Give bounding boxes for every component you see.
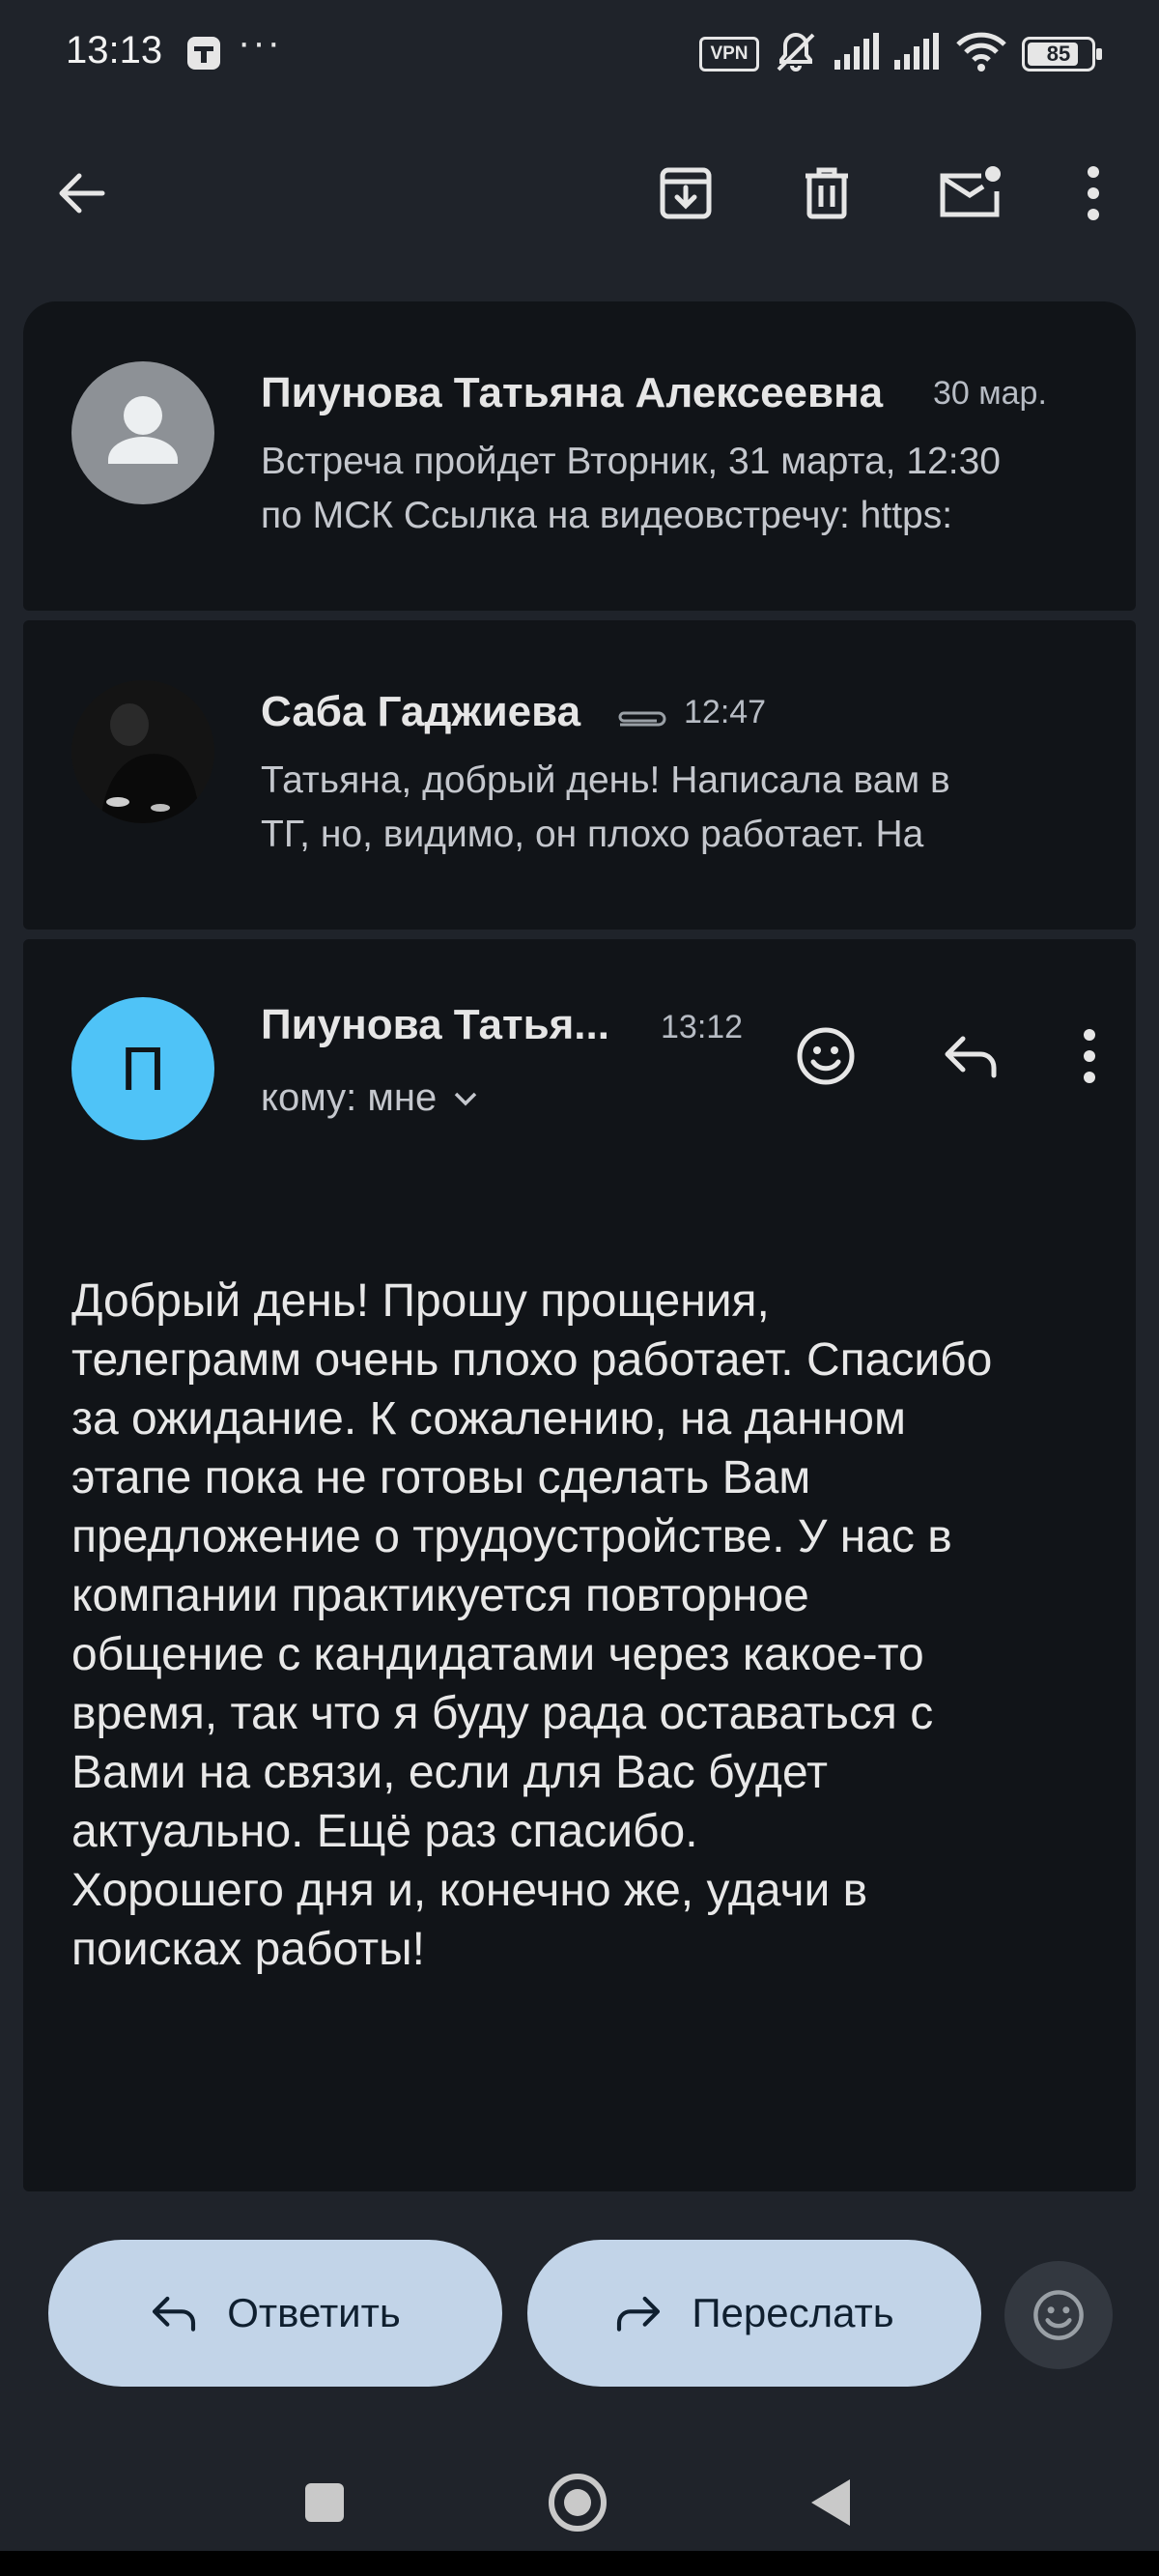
- message-date: 30 мар.: [933, 375, 1047, 412]
- more-options-button[interactable]: [1045, 135, 1142, 251]
- message-item[interactable]: Пиунова Татьяна Алексеевна 30 мар. Встре…: [23, 301, 1136, 611]
- body-line: компании практикуется повторное: [71, 1570, 809, 1621]
- reply-label: Ответить: [227, 2290, 401, 2335]
- message-body: Добрый день! Прошу прощения, телеграмм о…: [71, 1272, 1115, 1979]
- reply-action-button[interactable]: Ответить: [48, 2240, 502, 2387]
- sender-name: Саба Гаджиева: [261, 688, 581, 735]
- body-line: телеграмм очень плохо работает. Спасибо: [71, 1334, 993, 1386]
- signal-icon-2: [894, 33, 939, 70]
- chevron-down-icon: [454, 1092, 477, 1105]
- forward-icon: [617, 2296, 661, 2332]
- attachment-icon: [618, 711, 666, 727]
- avatar: [71, 680, 214, 823]
- emoji-icon: [1033, 2290, 1084, 2340]
- message-date: 12:47: [684, 694, 767, 730]
- sender-name: Пиунова Татья...: [261, 1001, 609, 1048]
- body-line: предложение о трудоустройстве. У нас в: [71, 1511, 952, 1562]
- message-snippet-line1: Татьяна, добрый день! Написала вам в: [261, 759, 950, 801]
- back-button[interactable]: [33, 135, 129, 251]
- body-line: общение с кандидатами через какое-то: [71, 1629, 924, 1680]
- wifi-icon: [956, 32, 1006, 72]
- triangle-back-icon: [811, 2479, 850, 2526]
- message-snippet-line2: ТГ, но, видимо, он плохо работает. На: [261, 814, 924, 855]
- toolbar: [0, 135, 1159, 251]
- user-photo: [71, 680, 214, 823]
- body-line: время, так что я буду рада оставаться с: [71, 1688, 934, 1739]
- message-snippet-line1: Встреча пройдет Вторник, 31 марта, 12:30: [261, 441, 1001, 482]
- bell-off-icon: [777, 32, 815, 72]
- message-time: 13:12: [661, 1009, 744, 1045]
- reply-icon: [945, 1036, 997, 1078]
- message-more-button[interactable]: [1051, 993, 1128, 1119]
- reply-button[interactable]: [908, 993, 1033, 1119]
- circle-icon: [549, 2474, 607, 2532]
- avatar-letter: П: [121, 1034, 165, 1103]
- emoji-icon: [797, 1027, 855, 1085]
- arrow-left-icon: [59, 173, 105, 214]
- more-vert-icon: [1084, 1029, 1095, 1083]
- signal-icon-1: [834, 33, 879, 70]
- home-button[interactable]: [539, 2464, 616, 2541]
- mark-unread-button[interactable]: [921, 135, 1018, 251]
- avatar: П: [71, 997, 214, 1140]
- back-nav-button[interactable]: [792, 2464, 869, 2541]
- status-time: 13:13: [66, 29, 163, 72]
- more-notifications-icon: ···: [238, 21, 282, 64]
- open-message: П Пиунова Татья... 13:12 кому: мне Добры…: [23, 939, 1136, 2191]
- archive-button[interactable]: [637, 135, 734, 251]
- reply-icon: [153, 2296, 196, 2332]
- body-line: за ожидание. К сожалению, на данном: [71, 1393, 906, 1445]
- vpn-icon: VPN: [699, 37, 759, 72]
- recipient-details-toggle[interactable]: кому: мне: [261, 1076, 479, 1120]
- body-line: поисках работы!: [71, 1924, 425, 1975]
- battery-indicator: 85: [1022, 37, 1102, 72]
- trash-icon: [806, 167, 848, 219]
- body-line: Вами на связи, если для Вас будет: [71, 1747, 829, 1798]
- message-snippet-line2: по МСК Ссылка на видеовстречу: https:: [261, 495, 953, 536]
- message-item[interactable]: Саба Гаджиева 12:47 Татьяна, добрый день…: [23, 620, 1136, 930]
- delete-button[interactable]: [778, 135, 875, 251]
- avatar: [71, 361, 214, 504]
- more-vert-icon: [1088, 166, 1099, 220]
- bottom-edge: [0, 2551, 1159, 2576]
- body-line: актуально. Ещё раз спасибо.: [71, 1806, 698, 1857]
- emoji-reaction-button[interactable]: [1004, 2261, 1113, 2369]
- battery-level: 85: [1046, 42, 1071, 66]
- body-line: Добрый день! Прошу прощения,: [71, 1275, 770, 1327]
- telegram-notification-icon: [187, 37, 220, 70]
- square-icon: [305, 2483, 344, 2522]
- recipient-label: кому: мне: [261, 1076, 438, 1119]
- add-reaction-button[interactable]: [763, 993, 889, 1119]
- body-line: этапе пока не готовы сделать Вам: [71, 1452, 811, 1503]
- body-line: Хорошего дня и, конечно же, удачи в: [71, 1865, 868, 1916]
- system-navigation-bar: [0, 2445, 1159, 2561]
- forward-action-button[interactable]: Переслать: [527, 2240, 981, 2387]
- archive-icon: [660, 167, 712, 219]
- status-bar: 13:13 ··· VPN 85: [0, 0, 1159, 106]
- forward-label: Переслать: [692, 2290, 894, 2335]
- sender-name: Пиунова Татьяна Алексеевна: [261, 369, 884, 416]
- person-icon: [108, 396, 178, 464]
- recents-button[interactable]: [286, 2464, 363, 2541]
- mail-unread-icon: [940, 166, 1001, 217]
